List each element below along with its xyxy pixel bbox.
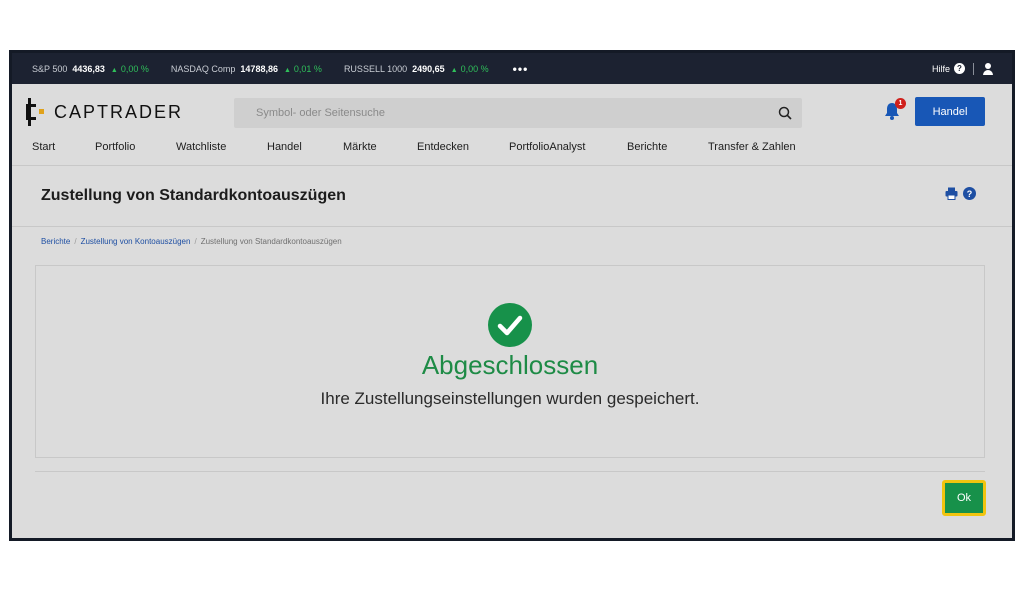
ticker-name: NASDAQ Comp — [170, 63, 236, 74]
page-title: Zustellung von Standardkontoauszügen — [41, 187, 346, 204]
brand-name: CAPTRADER — [54, 101, 184, 122]
breadcrumb-link-kontoauszuege[interactable]: Zustellung von Kontoauszügen — [81, 237, 191, 246]
logo-mark-icon — [26, 98, 44, 126]
app-window: S&P 500 4436,83 0,00 % NASDAQ Comp 14788… — [9, 50, 1015, 541]
nav-item-watchliste[interactable]: Watchliste — [176, 141, 267, 153]
notification-badge: 1 — [895, 98, 906, 109]
help-link[interactable]: Hilfe — [932, 64, 950, 74]
nav-item-transfer[interactable]: Transfer & Zahlen — [708, 141, 818, 153]
check-icon — [488, 303, 532, 347]
trade-button[interactable]: Handel — [915, 97, 985, 126]
divider — [35, 471, 985, 472]
ticker-value: 14788,86 — [240, 63, 278, 74]
ticker-name: RUSSELL 1000 — [343, 63, 408, 74]
ticker-item-russell[interactable]: RUSSELL 1000 2490,65 0,00 % — [344, 64, 489, 74]
nav-item-entdecken[interactable]: Entdecken — [417, 141, 509, 153]
ticker-more-button[interactable]: ••• — [513, 62, 529, 76]
help-icon[interactable]: ? — [954, 63, 965, 74]
ticker-value: 4436,83 — [72, 63, 105, 74]
divider — [973, 62, 974, 75]
nav-item-portfolioanalyst[interactable]: PortfolioAnalyst — [509, 141, 627, 153]
status-title: Abgeschlossen — [421, 350, 599, 380]
breadcrumb-current: Zustellung von Standardkontoauszügen — [200, 237, 342, 246]
breadcrumb-separator: / — [74, 237, 77, 246]
ticker-change: 0,01 % — [284, 64, 322, 74]
nav-item-maerkte[interactable]: Märkte — [343, 141, 417, 153]
ticker-value: 2490,65 — [412, 63, 445, 74]
ticker-name: S&P 500 — [32, 63, 68, 74]
search-placeholder: Symbol- oder Seitensuche — [256, 107, 386, 119]
search-input[interactable]: Symbol- oder Seitensuche — [234, 98, 802, 128]
print-icon[interactable] — [945, 187, 958, 200]
nav-item-portfolio[interactable]: Portfolio — [95, 141, 176, 153]
market-ticker: S&P 500 4436,83 0,00 % NASDAQ Comp 14788… — [12, 53, 1012, 84]
ticker-change: 0,00 % — [111, 64, 149, 74]
ticker-item-nasdaq[interactable]: NASDAQ Comp 14788,86 0,01 % — [171, 64, 322, 74]
ticker-right-tools: Hilfe ? — [932, 53, 994, 84]
nav-item-handel[interactable]: Handel — [267, 141, 343, 153]
brand-logo[interactable]: CAPTRADER — [26, 98, 183, 126]
breadcrumb-link-berichte[interactable]: Berichte — [41, 237, 70, 246]
help-icon[interactable]: ? — [963, 187, 976, 200]
breadcrumb-separator: / — [194, 237, 197, 246]
confirmation-panel: Abgeschlossen Ihre Zustellungseinstellun… — [35, 265, 985, 458]
ticker-change: 0,00 % — [451, 64, 489, 74]
status-message: Ihre Zustellungseinstellungen wurden ges… — [320, 389, 700, 408]
breadcrumb: Berichte / Zustellung von Kontoauszügen / Zu… — [41, 237, 342, 246]
nav-item-start[interactable]: Start — [32, 141, 95, 153]
nav-item-berichte[interactable]: Berichte — [627, 141, 708, 153]
page-header: Zustellung von Standardkontoauszügen ? — [12, 167, 1012, 227]
ticker-item-sp500[interactable]: S&P 500 4436,83 0,00 % — [32, 64, 149, 74]
main-nav: Start Portfolio Watchliste Handel Märkte… — [32, 141, 818, 153]
ok-button[interactable]: Ok — [942, 480, 986, 516]
user-icon[interactable] — [982, 62, 994, 75]
main-header: CAPTRADER Symbol- oder Seitensuche 1 Han… — [12, 84, 1012, 166]
search-icon[interactable] — [778, 106, 792, 120]
